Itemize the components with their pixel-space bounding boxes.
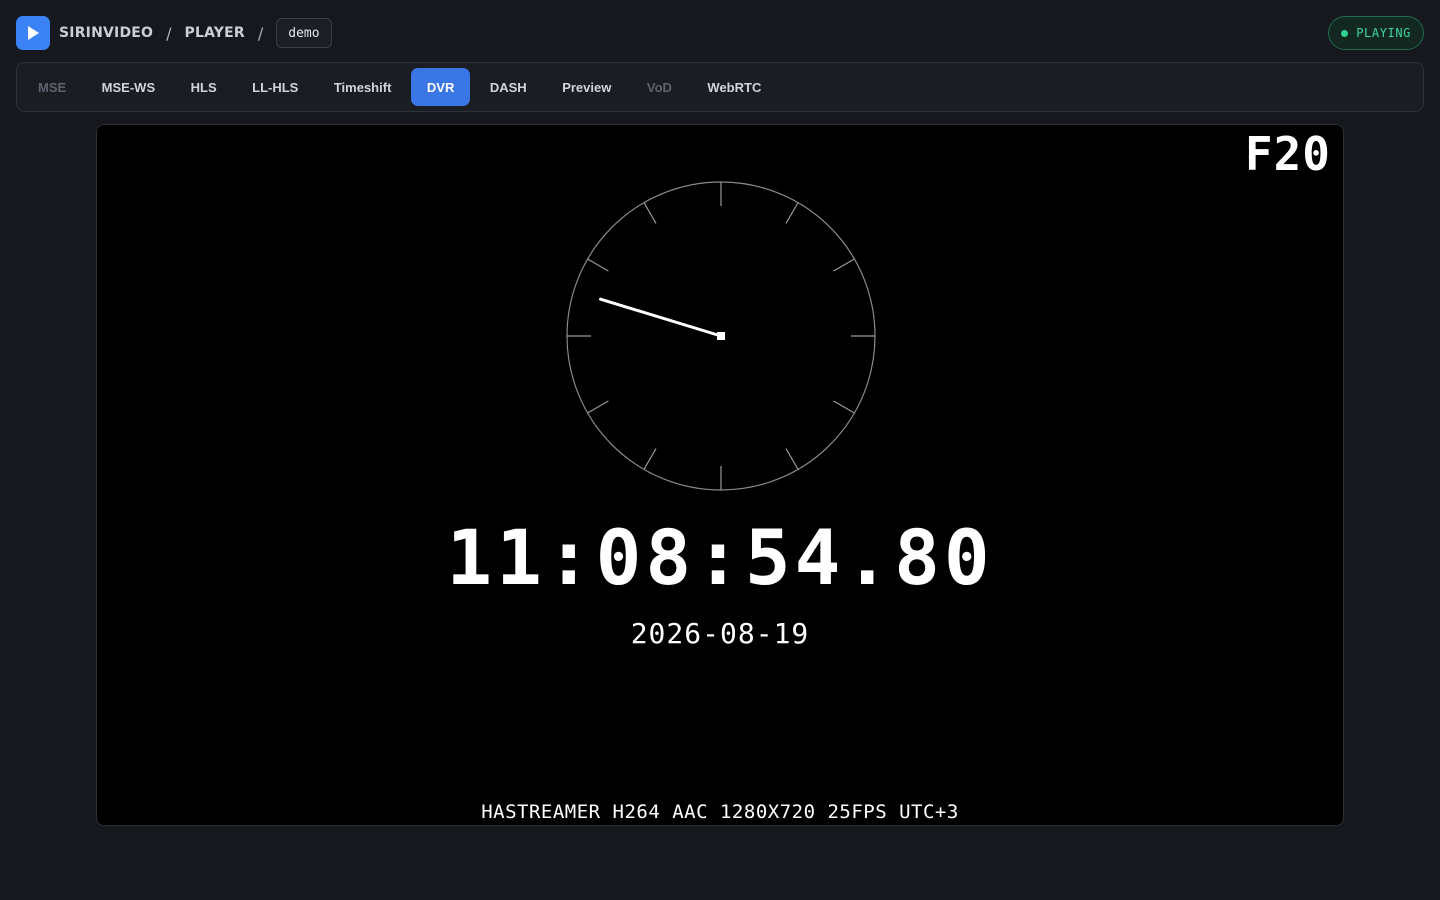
- stream-info: HASTREAMER H264 AAC 1280X720 25FPS UTC+3: [481, 801, 959, 823]
- tab-label: Preview: [562, 79, 612, 95]
- clock-hand: [599, 297, 723, 338]
- time-display: 11:08:54.80: [446, 513, 994, 602]
- play-icon[interactable]: [16, 16, 50, 50]
- breadcrumb-separator: /: [257, 23, 264, 43]
- clock-center: [717, 332, 725, 340]
- tab-hls[interactable]: HLS: [175, 68, 233, 106]
- tab-dvr[interactable]: DVR: [410, 68, 471, 106]
- tab-mse-ws[interactable]: MSE-WS: [86, 68, 171, 106]
- protocol-tabs: MSE MSE-WS HLS LL-HLS Timeshift DVR DASH…: [16, 62, 1424, 112]
- clock-tick: [833, 258, 855, 272]
- clock-tick: [587, 400, 609, 414]
- tab-label: DASH: [489, 79, 527, 95]
- stream-name-badge[interactable]: demo: [276, 18, 332, 48]
- tab-label: LL-HLS: [252, 79, 299, 95]
- tab-label: MSE-WS: [101, 79, 156, 95]
- top-bar: SIRINVIDEO / PLAYER / demo PLAYING: [16, 16, 1424, 50]
- breadcrumb-app[interactable]: SIRINVIDEO: [59, 25, 153, 41]
- tab-label: WebRTC: [707, 79, 762, 95]
- tab-label: DVR: [426, 79, 455, 95]
- tab-label: VoD: [646, 79, 672, 95]
- tab-label: MSE: [38, 79, 67, 95]
- tab-dash[interactable]: DASH: [474, 68, 543, 106]
- clock-tick: [643, 448, 657, 470]
- tab-ll-hls[interactable]: LL-HLS: [236, 68, 314, 106]
- date-display: 2026-08-19: [630, 617, 810, 650]
- tab-vod[interactable]: VoD: [631, 68, 688, 106]
- clock-tick: [785, 202, 799, 224]
- breadcrumb-section[interactable]: PLAYER: [185, 25, 245, 41]
- status-badge: PLAYING: [1328, 16, 1424, 50]
- tab-label: Timeshift: [333, 79, 392, 95]
- clock-tick: [785, 448, 799, 470]
- tab-timeshift[interactable]: Timeshift: [318, 68, 408, 106]
- analog-clock: [566, 181, 876, 491]
- tab-label: HLS: [190, 79, 217, 95]
- breadcrumb-separator: /: [166, 23, 172, 43]
- dot-icon: [1341, 29, 1349, 37]
- clock-tick: [587, 258, 609, 272]
- clock-tick: [643, 202, 657, 224]
- tab-preview[interactable]: Preview: [546, 68, 627, 106]
- frame-tag: F20: [1244, 127, 1331, 181]
- clock-tick: [833, 400, 855, 414]
- status-label: PLAYING: [1356, 26, 1411, 40]
- tab-webrtc[interactable]: WebRTC: [691, 68, 777, 106]
- tab-mse[interactable]: MSE: [22, 68, 82, 106]
- video-player[interactable]: F20 11:08:54.80 2026-08-19 HASTREAMER H2…: [96, 124, 1344, 826]
